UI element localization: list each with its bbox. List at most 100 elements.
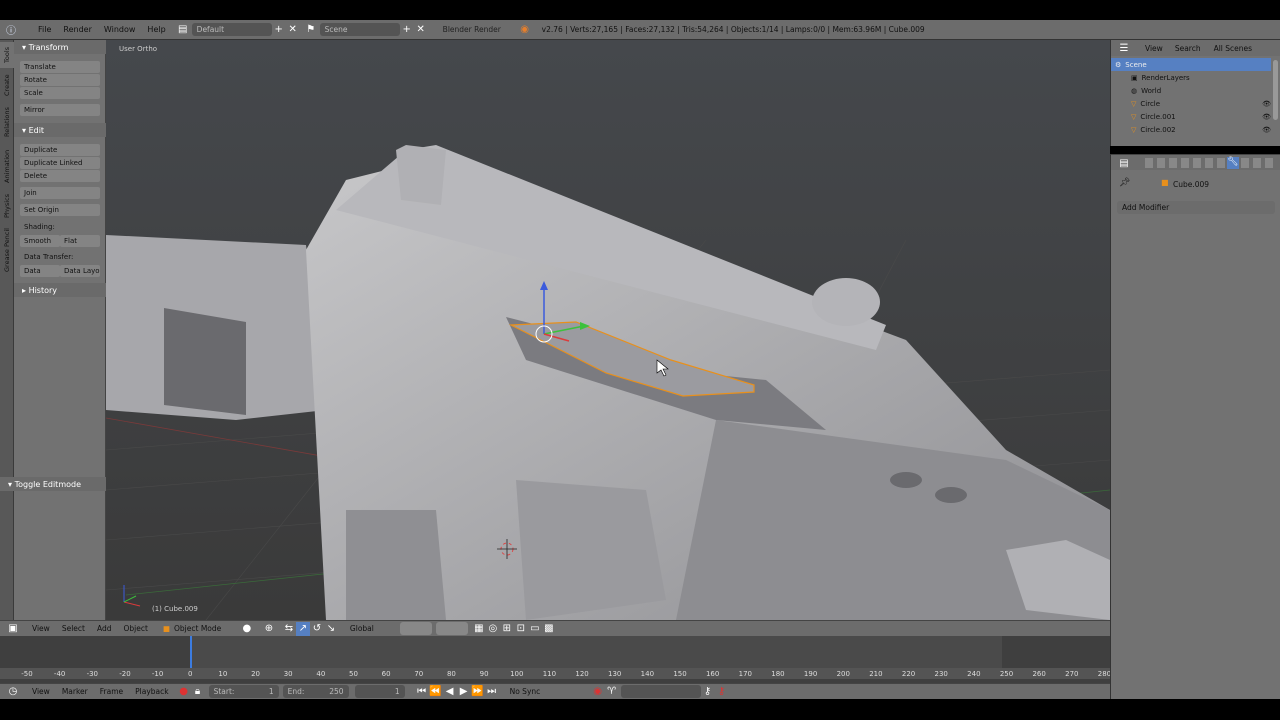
data-button[interactable]: Data	[20, 265, 60, 277]
layers-block-2[interactable]	[435, 622, 468, 635]
outliner-row-circle-002[interactable]: ▽ Circle.002 👁︎	[1111, 123, 1271, 136]
data-layout-button[interactable]: Data Layo	[60, 265, 100, 277]
outliner-editor-type-icon[interactable]: ☰	[1117, 41, 1131, 55]
sync-mode-dropdown[interactable]: No Sync	[504, 685, 575, 698]
scene-icon[interactable]: ⚑	[304, 23, 318, 37]
pivot-point-icon[interactable]: ⊕	[262, 622, 276, 636]
timeline-menu-view[interactable]: View	[26, 687, 56, 696]
scale-button[interactable]: Scale	[20, 87, 100, 99]
snap-element-icon[interactable]: ⊡	[514, 622, 528, 636]
add-modifier-dropdown[interactable]: Add Modifier	[1117, 201, 1275, 214]
properties-context-tabs[interactable]	[1145, 158, 1275, 168]
outliner-display-mode[interactable]: All Scenes	[1208, 41, 1261, 55]
insert-key-icon[interactable]: ⚷	[701, 685, 715, 699]
prev-keyframe-icon[interactable]: ⏪	[429, 685, 443, 699]
tab-physics[interactable]: Physics	[0, 190, 14, 222]
history-panel-header[interactable]: ▸ History	[14, 283, 106, 297]
layers-block-1[interactable]	[399, 622, 432, 635]
timeline-menu-playback[interactable]: Playback	[129, 687, 174, 696]
start-frame-field[interactable]: Start: 1	[208, 685, 279, 698]
record-icon[interactable]: ●	[177, 685, 191, 699]
menu-view[interactable]: View	[26, 624, 56, 633]
play-icon[interactable]: ▶	[457, 685, 471, 699]
screen-layout-field[interactable]: Default	[191, 23, 272, 36]
properties-editor-type-icon[interactable]: ▤	[1117, 156, 1131, 170]
outliner-row-scene[interactable]: ⚙ Scene	[1111, 58, 1271, 71]
timeline-menu-frame[interactable]: Frame	[94, 687, 129, 696]
delete-key-icon[interactable]: ⚷	[715, 685, 729, 699]
outliner-scrollbar[interactable]	[1273, 60, 1278, 120]
keying-lock-icon[interactable]: 🔒︎	[191, 685, 205, 699]
outliner-row-world[interactable]: ◍ World	[1111, 84, 1271, 97]
outliner-row-circle[interactable]: ▽ Circle 👁︎	[1111, 97, 1271, 110]
visibility-eye-icon[interactable]: 👁︎	[1262, 113, 1271, 121]
menu-file[interactable]: File	[32, 25, 57, 34]
outliner-row-renderlayers[interactable]: ▣ RenderLayers	[1111, 71, 1271, 84]
current-frame-field[interactable]: 1	[354, 685, 405, 698]
timeline-editor[interactable]: -50 -40 -30 -20 -10 0 10 20 30 40 50 60 70 80 90 100 110…	[0, 636, 1111, 683]
add-layout-icon[interactable]: +	[272, 23, 286, 37]
edit-panel-header[interactable]: ▾ Edit	[14, 123, 106, 137]
menu-help[interactable]: Help	[141, 25, 171, 34]
delete-button[interactable]: Delete	[20, 170, 100, 182]
menu-window[interactable]: Window	[98, 25, 142, 34]
menu-select[interactable]: Select	[56, 624, 91, 633]
blender-info-icon[interactable]: ⓘ	[4, 23, 18, 37]
outliner-menu-view[interactable]: View	[1139, 44, 1169, 53]
menu-object[interactable]: Object	[117, 624, 153, 633]
translate-button[interactable]: Translate	[20, 61, 100, 73]
scene-field[interactable]: Scene	[319, 23, 400, 36]
operator-panel-header[interactable]: ▾ Toggle Editmode	[0, 477, 106, 491]
mirror-button[interactable]: Mirror	[20, 104, 100, 116]
manipulator-toggle-icon[interactable]: ⇆	[282, 622, 296, 636]
transform-panel-header[interactable]: ▾ Transform	[14, 40, 106, 54]
set-origin-dropdown[interactable]: Set Origin	[20, 204, 100, 216]
tab-animation[interactable]: Animation	[0, 144, 14, 188]
outliner-menu-search[interactable]: Search	[1169, 44, 1207, 53]
tab-create[interactable]: Create	[0, 70, 14, 100]
jump-end-icon[interactable]: ⏭	[485, 685, 499, 699]
lock-layers-icon[interactable]: ▦	[472, 622, 486, 636]
screen-layout-icon[interactable]: ▤	[176, 23, 190, 37]
auto-keying-icon[interactable]: ◉	[591, 685, 605, 699]
join-button[interactable]: Join	[20, 187, 100, 199]
keying-set-icon[interactable]: ♈	[605, 685, 619, 699]
transform-orientation-dropdown[interactable]: Global	[344, 624, 380, 633]
render-engine-dropdown[interactable]: Blender Render	[437, 23, 510, 36]
outliner-row-circle-001[interactable]: ▽ Circle.001 👁︎	[1111, 110, 1271, 123]
timeline-menu-marker[interactable]: Marker	[56, 687, 94, 696]
remove-layout-icon[interactable]: ✕	[286, 23, 300, 37]
editor-type-icon[interactable]: ▣	[6, 622, 20, 636]
visibility-eye-icon[interactable]: 👁︎	[1262, 126, 1271, 134]
visibility-eye-icon[interactable]: 👁︎	[1262, 100, 1271, 108]
rotate-button[interactable]: Rotate	[20, 74, 100, 86]
timeline-editor-type-icon[interactable]: ◷	[6, 685, 20, 699]
rotate-manipulator-icon[interactable]: ↺	[310, 622, 324, 636]
remove-scene-icon[interactable]: ✕	[414, 23, 428, 37]
pin-icon[interactable]: 📌︎	[1119, 178, 1130, 188]
jump-start-icon[interactable]: ⏮	[415, 685, 429, 699]
flat-button[interactable]: Flat	[60, 235, 100, 247]
menu-add[interactable]: Add	[91, 624, 118, 633]
menu-render[interactable]: Render	[57, 25, 97, 34]
viewport-shading-icon[interactable]: ●	[240, 622, 254, 636]
tab-grease-pencil[interactable]: Grease Pencil	[0, 224, 14, 276]
play-reverse-icon[interactable]: ◀	[443, 685, 457, 699]
translate-manipulator-icon[interactable]: ↗	[295, 621, 310, 636]
duplicate-button[interactable]: Duplicate	[20, 144, 100, 156]
snap-icon[interactable]: ⊞	[500, 622, 514, 636]
tab-relations[interactable]: Relations	[0, 102, 14, 142]
end-frame-field[interactable]: End: 250	[282, 685, 349, 698]
smooth-button[interactable]: Smooth	[20, 235, 60, 247]
3d-viewport[interactable]: User Ortho (1) Cube.009	[106, 40, 1110, 620]
keying-set-field[interactable]	[620, 685, 701, 698]
render-layer-icon[interactable]: ◎	[486, 622, 500, 636]
scale-manipulator-icon[interactable]: ↘	[324, 622, 338, 636]
duplicate-linked-button[interactable]: Duplicate Linked	[20, 157, 100, 169]
tab-tools[interactable]: Tools	[0, 42, 14, 68]
next-keyframe-icon[interactable]: ⏩	[471, 685, 485, 699]
opengl-render-icon[interactable]: ▭	[528, 622, 542, 636]
add-scene-icon[interactable]: +	[400, 23, 414, 37]
modifier-tab-icon[interactable]: 🔧︎	[1227, 157, 1239, 169]
interaction-mode-dropdown[interactable]: ■ Object Mode	[157, 622, 234, 635]
